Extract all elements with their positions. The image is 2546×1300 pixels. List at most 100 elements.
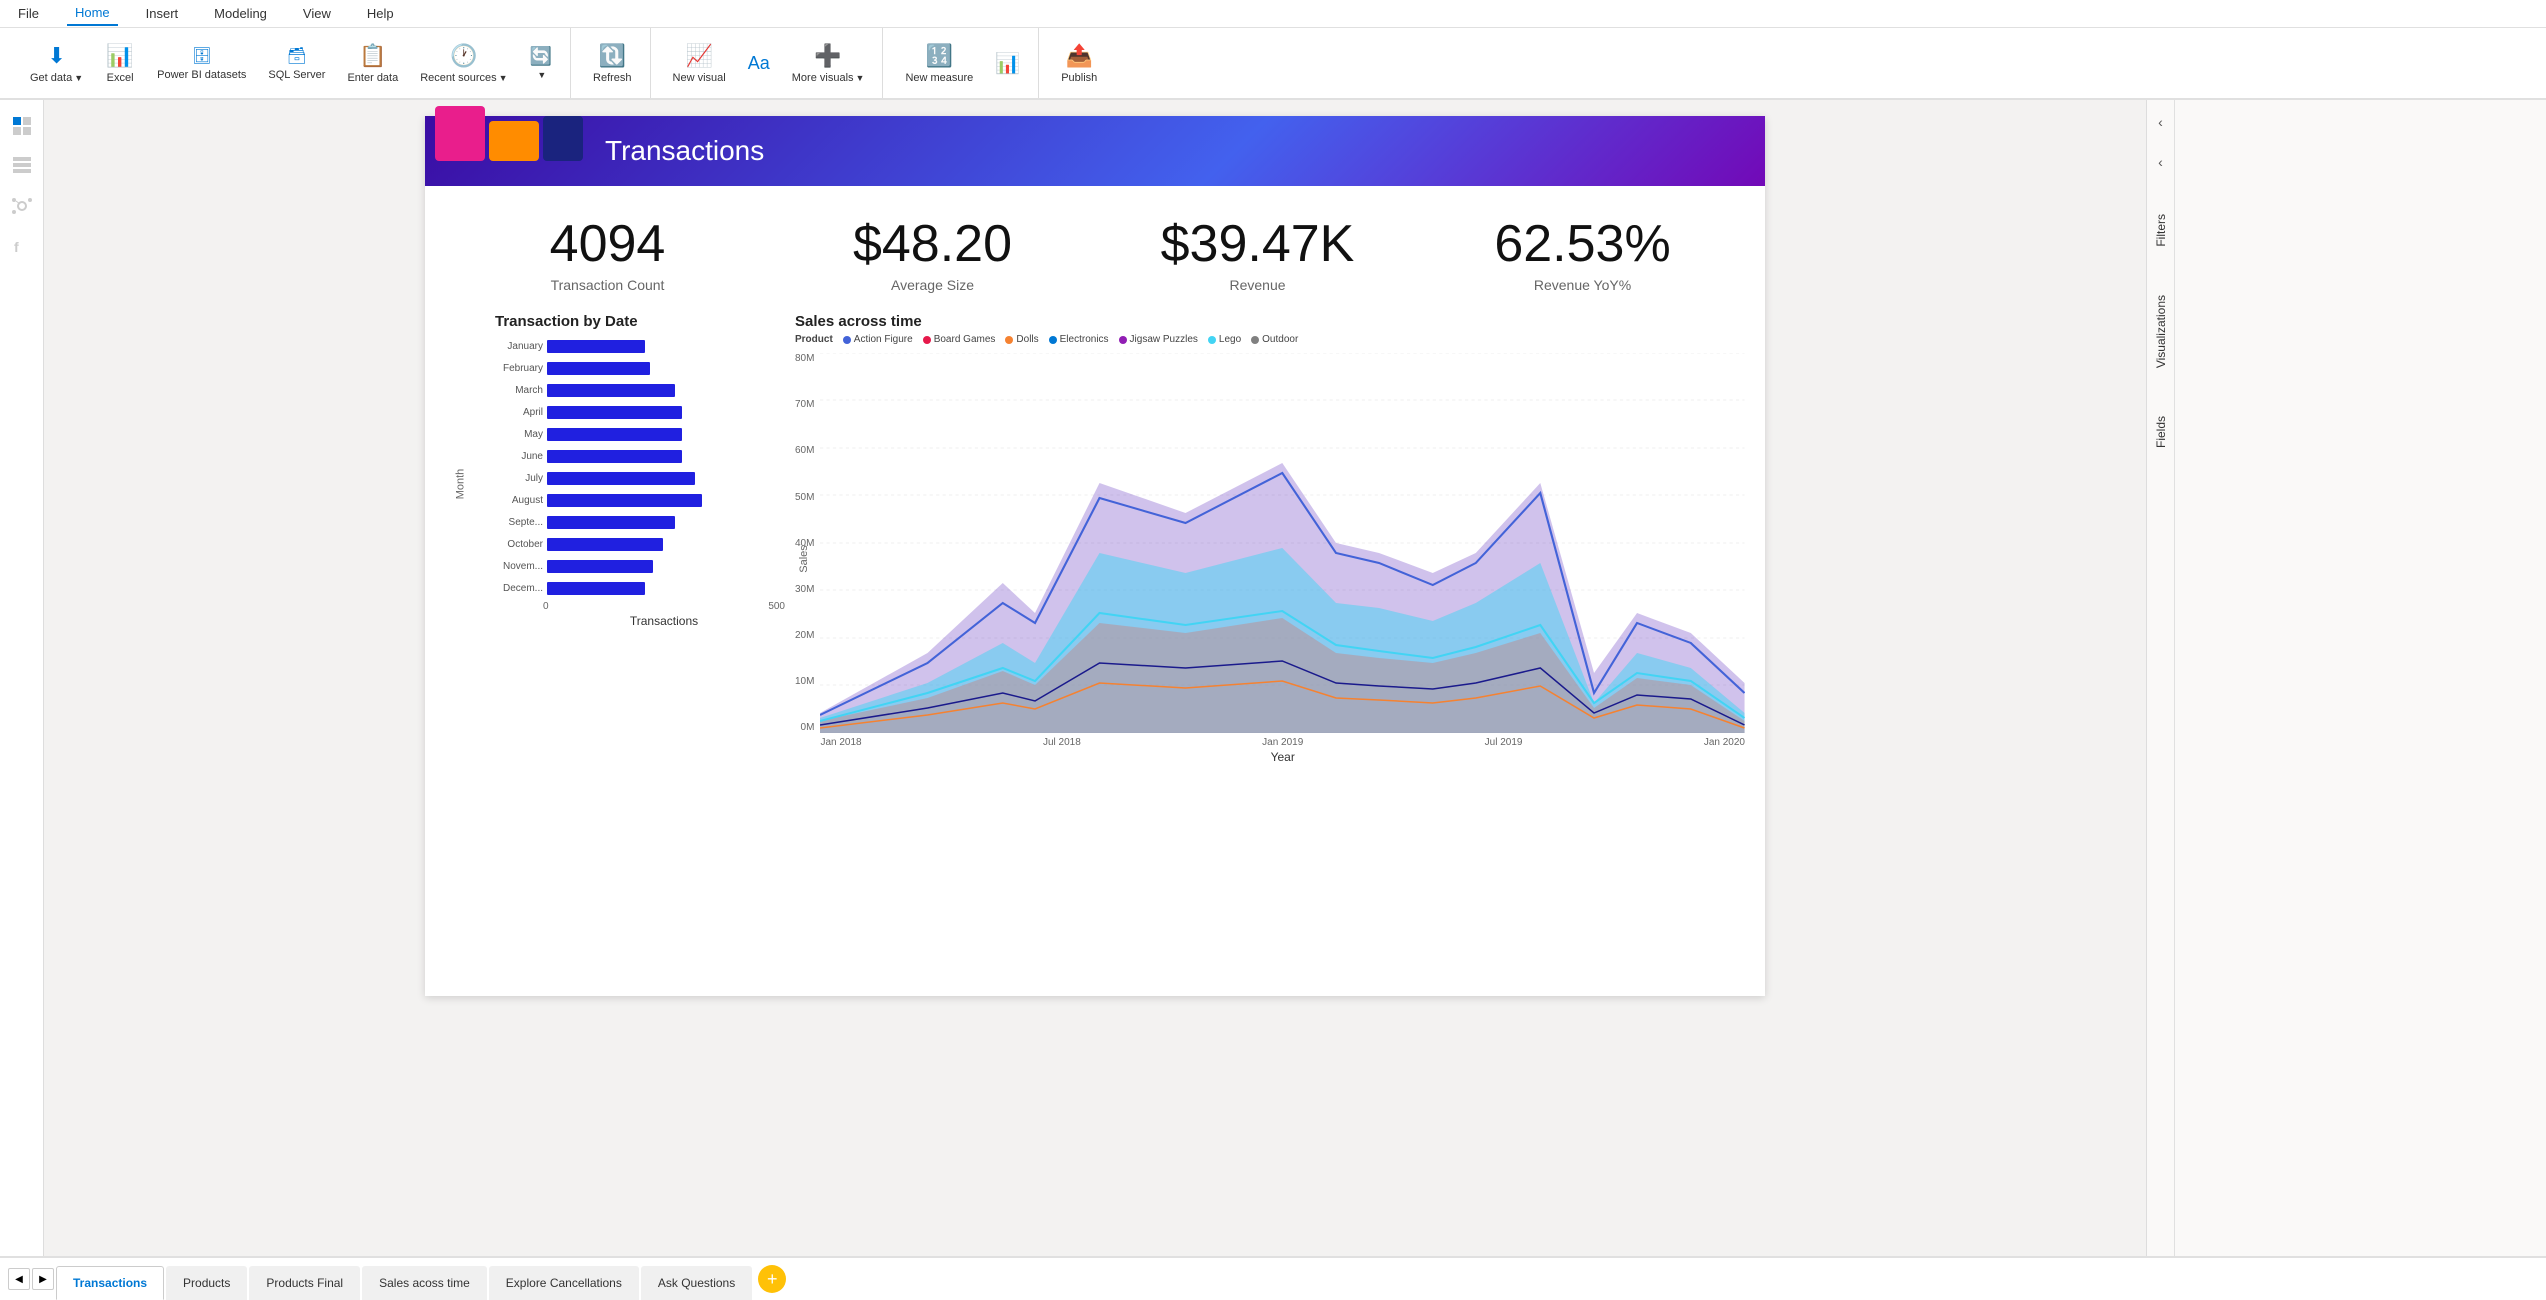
excel-label: Excel: [107, 72, 134, 84]
more-visuals-button[interactable]: ➕ More visuals▼: [782, 33, 875, 93]
sql-server-label: SQL Server: [268, 69, 325, 81]
banner-logo: [435, 106, 583, 161]
bar-fill: [547, 340, 645, 353]
new-visual-label: New visual: [673, 72, 726, 84]
bar-fill: [547, 450, 682, 463]
publish-button[interactable]: 📤 Publish: [1051, 33, 1107, 93]
panels-area: ‹ ‹ Filters Visualizations Fields: [2146, 100, 2546, 1256]
bar-label: May: [485, 429, 543, 440]
data-view-icon[interactable]: [4, 148, 40, 184]
tab-nav-next[interactable]: ▶: [32, 1268, 54, 1290]
area-y-axis-label: Sales: [798, 545, 810, 573]
legend-dot-jigsaw-puzzles: [1119, 336, 1127, 344]
bar-label: Septe...: [485, 517, 543, 528]
tab-sales-across-time[interactable]: Sales acoss time: [362, 1266, 487, 1300]
banner-title: Transactions: [605, 135, 764, 167]
tab-products-final[interactable]: Products Final: [249, 1266, 360, 1300]
bar-row: Decem...: [485, 582, 785, 595]
enter-data-label: Enter data: [347, 72, 398, 84]
logo-block-navy: [543, 116, 583, 161]
model-view-icon[interactable]: [4, 188, 40, 224]
bar-row: June: [485, 450, 785, 463]
legend-item-electronics: Electronics: [1049, 334, 1109, 345]
quick-calc-button[interactable]: 📊: [985, 33, 1030, 93]
kpi-transaction-count: 4094 Transaction Count: [445, 216, 770, 293]
legend-item-outdoor: Outdoor: [1251, 334, 1298, 345]
powerbi-datasets-button[interactable]: 🗄 Power BI datasets: [147, 33, 256, 93]
new-measure-icon: 🔢: [926, 43, 953, 69]
new-visual-icon: 📈: [685, 43, 712, 69]
refresh-button[interactable]: 🔃 Refresh: [583, 33, 642, 93]
report-view-icon[interactable]: [4, 108, 40, 144]
tab-transactions[interactable]: Transactions: [56, 1266, 164, 1300]
dax-query-icon[interactable]: f: [4, 228, 40, 264]
bottom-tabs: ◀ ▶ Transactions Products Products Final…: [0, 1256, 2546, 1300]
excel-button[interactable]: 📊 Excel: [95, 33, 145, 93]
bar-fill: [547, 362, 650, 375]
collapse-panel-icon[interactable]: ‹: [2158, 114, 2163, 130]
legend-item-jigsaw-puzzles: Jigsaw Puzzles: [1119, 334, 1198, 345]
legend-item-lego: Lego: [1208, 334, 1241, 345]
bar-row: January: [485, 340, 785, 353]
bar-row: February: [485, 362, 785, 375]
bar-chart-title: Transaction by Date: [445, 313, 785, 330]
bar-chart-container: Transaction by Date Month JanuaryFebruar…: [445, 313, 785, 764]
bar-row: Septe...: [485, 516, 785, 529]
enter-data-button[interactable]: 📋 Enter data: [337, 33, 408, 93]
more-visuals-label: More visuals▼: [792, 72, 865, 84]
visualizations-panel-label[interactable]: Visualizations: [2152, 291, 2170, 372]
new-measure-button[interactable]: 🔢 New measure: [895, 33, 983, 93]
publish-icon: 📤: [1066, 43, 1093, 69]
bar-label: March: [485, 385, 543, 396]
powerbi-datasets-label: Power BI datasets: [157, 69, 246, 81]
legend-dot-dolls: [1005, 336, 1013, 344]
filters-panel-label[interactable]: Filters: [2152, 210, 2170, 251]
area-chart-container: Sales across time Product Action Figure …: [795, 313, 1745, 764]
bar-label: October: [485, 539, 543, 550]
kpi-row: 4094 Transaction Count $48.20 Average Si…: [425, 186, 1765, 303]
bar-label: August: [485, 495, 543, 506]
area-chart-svg: [820, 353, 1745, 733]
logo-block-orange: [489, 121, 539, 161]
area-x-axis-label: Year: [820, 750, 1745, 764]
bar-row: May: [485, 428, 785, 441]
main-layout: f Transactions 4094 Transaction Count: [0, 100, 2546, 1256]
excel-icon: 📊: [106, 43, 133, 69]
new-visual-button[interactable]: 📈 New visual: [663, 33, 736, 93]
add-tab-button[interactable]: +: [758, 1265, 786, 1293]
tab-nav-prev[interactable]: ◀: [8, 1268, 30, 1290]
panel-toggle-col: ‹ ‹ Filters Visualizations Fields: [2147, 100, 2175, 1256]
get-data-button[interactable]: ⬇ Get data▼: [20, 33, 93, 93]
bar-row: July: [485, 472, 785, 485]
recent-sources-button[interactable]: 🕐 Recent sources▼: [410, 33, 517, 93]
tab-ask-questions[interactable]: Ask Questions: [641, 1266, 752, 1300]
legend-dot-action-figure: [843, 336, 851, 344]
menu-item-help[interactable]: Help: [359, 2, 402, 25]
transform-button[interactable]: 🔄 ▼: [520, 33, 562, 93]
legend-dot-outdoor: [1251, 336, 1259, 344]
menu-item-view[interactable]: View: [295, 2, 339, 25]
tab-products[interactable]: Products: [166, 1266, 247, 1300]
ai-icon-button[interactable]: Aa: [738, 33, 780, 93]
new-measure-label: New measure: [905, 72, 973, 84]
bar-label: July: [485, 473, 543, 484]
powerbi-datasets-icon: 🗄: [192, 46, 212, 66]
kpi-average-size-label: Average Size: [770, 277, 1095, 293]
fields-panel-label[interactable]: Fields: [2152, 412, 2170, 452]
bar-row: April: [485, 406, 785, 419]
menu-item-file[interactable]: File: [10, 2, 47, 25]
kpi-revenue-yoy-value: 62.53%: [1420, 216, 1745, 273]
bar-row: Novem...: [485, 560, 785, 573]
expand-panel-icon[interactable]: ‹: [2158, 154, 2163, 170]
legend-dot-electronics: [1049, 336, 1057, 344]
menu-item-insert[interactable]: Insert: [138, 2, 187, 25]
kpi-revenue-label: Revenue: [1095, 277, 1420, 293]
menu-item-modeling[interactable]: Modeling: [206, 2, 275, 25]
menu-item-home[interactable]: Home: [67, 1, 118, 26]
bar-fill: [547, 428, 682, 441]
tab-explore-cancellations[interactable]: Explore Cancellations: [489, 1266, 639, 1300]
sql-server-button[interactable]: 🗃 SQL Server: [258, 33, 335, 93]
bar-chart-rows: January February March April May June July Augu…: [485, 340, 785, 595]
publish-label: Publish: [1061, 72, 1097, 84]
area-chart-title: Sales across time: [795, 313, 1745, 330]
